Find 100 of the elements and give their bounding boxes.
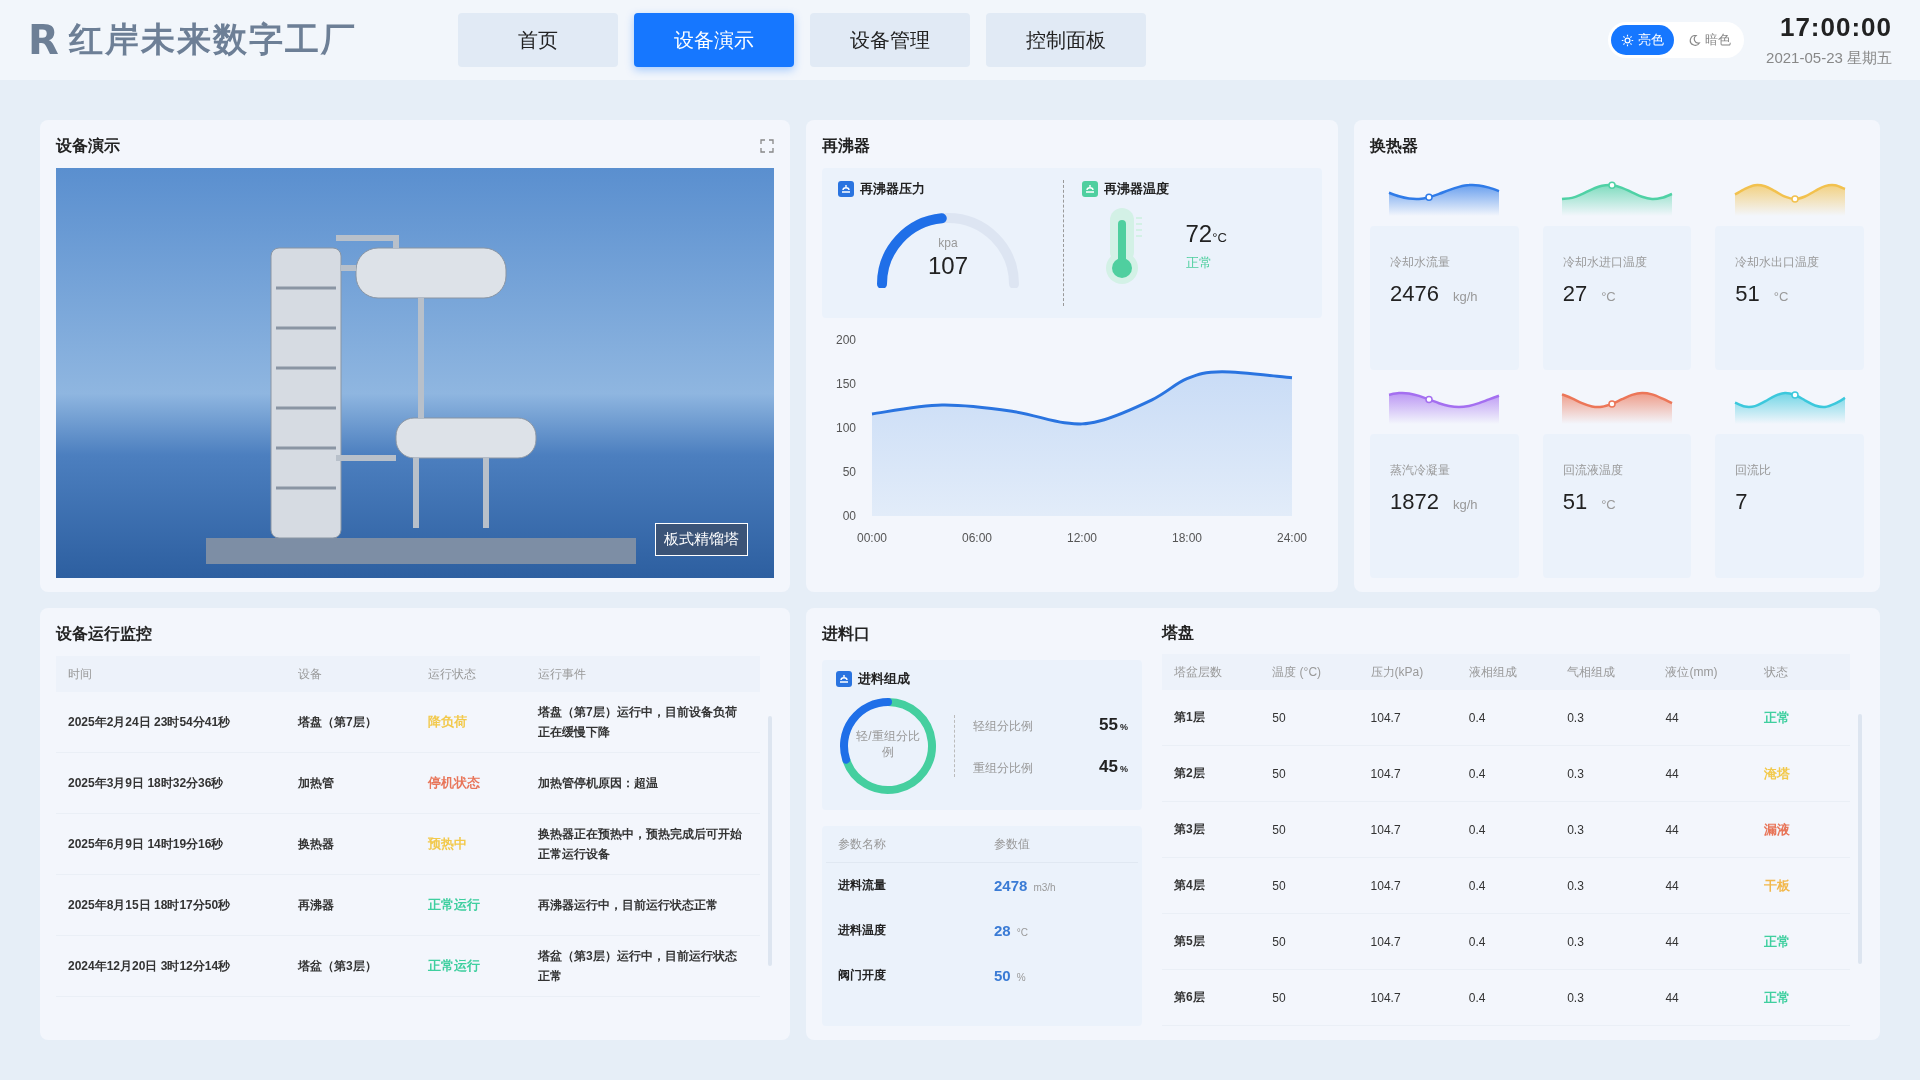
table-cell: 104.7 xyxy=(1358,969,1457,1026)
temperature-unit: °C xyxy=(1212,230,1227,245)
gauge-title: 再沸器温度 xyxy=(1103,180,1169,198)
column-header: 时间 xyxy=(56,656,286,692)
x-tick-label: 12:00 xyxy=(1067,531,1097,545)
table-cell: 50 xyxy=(1260,857,1359,914)
table-cell: 44 xyxy=(1653,801,1752,858)
column-header: 状态 xyxy=(1751,654,1850,690)
table-cell: 50 xyxy=(1260,913,1359,970)
table-cell: 第2层 xyxy=(1162,745,1261,802)
table-cell: 44 xyxy=(1653,690,1752,746)
column-header: 塔盆层数 xyxy=(1162,654,1261,690)
table-cell: 50 xyxy=(1260,801,1359,858)
status-text: 正常 xyxy=(1751,690,1850,746)
column-header: 运行事件 xyxy=(526,656,760,692)
status-text: 正常 xyxy=(1751,913,1850,970)
table-cell: 塔盘（第7层）运行中，目前设备负荷正在缓慢下降 xyxy=(526,692,760,753)
table-cell: 50 xyxy=(1260,690,1359,746)
table-cell: 塔盘（第7层） xyxy=(286,692,416,753)
table-cell: 0.4 xyxy=(1456,913,1556,970)
x-tick-label: 18:00 xyxy=(1172,531,1202,545)
y-tick-label: 200 xyxy=(835,333,856,347)
status-text: 正常运行 xyxy=(416,874,526,936)
table-cell: 0.3 xyxy=(1555,913,1654,970)
nav-tab[interactable]: 首页 xyxy=(458,13,618,67)
metric-value: 27 xyxy=(1562,281,1588,307)
app-title: 红岸未来数字工厂 xyxy=(68,19,357,60)
section-icon xyxy=(836,671,852,687)
table-cell: 50 xyxy=(1260,745,1359,802)
sun-icon xyxy=(1621,33,1635,47)
column-header: 参数值 xyxy=(982,826,1138,863)
table-cell: 50 xyxy=(1260,969,1359,1026)
metric-label: 冷却水进口温度 xyxy=(1562,254,1648,271)
param-value: 50 % xyxy=(993,966,1027,986)
ratio-label: 重组分比例 xyxy=(973,760,1033,777)
section-icon xyxy=(1081,181,1098,197)
table-cell: 0.3 xyxy=(1555,857,1654,914)
table-cell: 0.4 xyxy=(1456,857,1556,914)
table-cell: 第4层 xyxy=(1162,857,1261,914)
status-text: 漏液 xyxy=(1751,801,1850,858)
metric-label: 冷却水出口温度 xyxy=(1735,254,1821,271)
fullscreen-icon[interactable] xyxy=(760,139,774,153)
panel-title: 再沸器 xyxy=(822,135,870,156)
table-cell: 104.7 xyxy=(1358,801,1457,858)
panel-title: 进料口 xyxy=(822,623,870,644)
clock-date: 2021-05-23 星期五 xyxy=(1766,49,1892,68)
table-cell: 2025年6月9日 14时19分16秒 xyxy=(56,813,286,875)
donut-label: 轻/重组分比例 xyxy=(855,728,921,760)
tower-caption: 板式精馏塔 xyxy=(655,523,748,556)
metric-label: 回流比 xyxy=(1735,462,1773,479)
column-header: 温度 (°C) xyxy=(1260,654,1359,690)
table-cell: 加热管 xyxy=(286,752,416,814)
metric-value: 51 xyxy=(1735,281,1760,307)
nav-tab[interactable]: 控制面板 xyxy=(986,13,1146,67)
status-text: 降负荷 xyxy=(416,692,526,753)
logo-mark: R xyxy=(28,17,59,63)
table-cell: 0.3 xyxy=(1555,690,1654,746)
metric-value: 2476 xyxy=(1390,281,1439,307)
ratio-value: 55% xyxy=(1099,715,1128,735)
metric-label: 冷却水流量 xyxy=(1390,254,1451,271)
x-tick-label: 00:00 xyxy=(857,531,887,545)
table-cell: 0.3 xyxy=(1555,969,1654,1026)
table-cell: 0.4 xyxy=(1456,690,1556,746)
table-cell-text: 阀门开度 xyxy=(837,967,887,984)
table-cell: 44 xyxy=(1653,745,1752,802)
gauge-title: 再沸器压力 xyxy=(860,180,925,198)
section-title: 进料组成 xyxy=(858,670,910,688)
table-cell: 104.7 xyxy=(1358,745,1457,802)
table-cell: 104.7 xyxy=(1358,857,1457,914)
metric-unit: °C xyxy=(1601,289,1616,304)
theme-option[interactable]: 暗色 xyxy=(1678,25,1742,55)
theme-option[interactable]: 亮色 xyxy=(1611,25,1675,55)
metric-value: 7 xyxy=(1735,489,1748,515)
column-header: 参数名称 xyxy=(826,826,982,863)
table-cell: 第5层 xyxy=(1162,913,1261,970)
panel-title: 塔盘 xyxy=(1162,622,1194,643)
nav-tab[interactable]: 设备演示 xyxy=(634,13,794,67)
table-cell: 加热管停机原因：超温 xyxy=(526,752,760,814)
y-tick-label: 50 xyxy=(842,465,856,479)
param-value: 28 °C xyxy=(993,921,1029,941)
table-cell: 塔盆（第3层） xyxy=(286,935,416,997)
table-cell: 2024年12月20日 3时12分14秒 xyxy=(56,935,286,997)
table-cell: 第1层 xyxy=(1162,690,1261,746)
section-icon xyxy=(838,181,854,197)
y-tick-label: 00 xyxy=(842,509,856,523)
temperature-value: 72 xyxy=(1185,220,1213,247)
nav-tab[interactable]: 设备管理 xyxy=(810,13,970,67)
gauge-unit: kpa xyxy=(937,236,959,250)
metric-label: 蒸汽冷凝量 xyxy=(1390,462,1451,479)
status-text: 停机状态 xyxy=(416,752,526,814)
table-cell: 进料流量 xyxy=(826,862,982,908)
table-cell: 2025年3月9日 18时32分36秒 xyxy=(56,752,286,814)
x-tick-label: 24:00 xyxy=(1277,531,1307,545)
panel-title: 设备运行监控 xyxy=(56,623,152,644)
table-cell: 换热器正在预热中，预热完成后可开始正常运行设备 xyxy=(526,813,760,875)
ratio-label: 轻组分比例 xyxy=(973,718,1033,735)
ratio-value: 45% xyxy=(1099,757,1128,777)
column-header: 液位(mm) xyxy=(1653,654,1752,690)
column-header: 气相组成 xyxy=(1555,654,1654,690)
table-cell: 2025年2月24日 23时54分41秒 xyxy=(56,692,286,753)
